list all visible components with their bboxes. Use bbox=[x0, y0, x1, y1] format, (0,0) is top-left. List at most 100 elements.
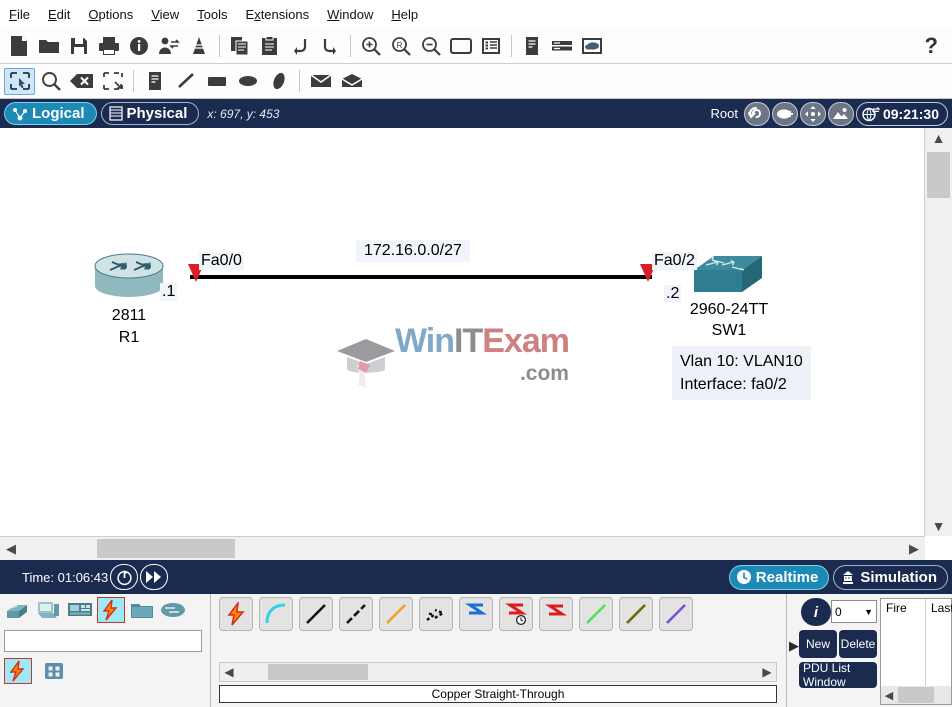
menu-item-view[interactable]: View bbox=[142, 4, 188, 25]
console-cable-icon[interactable] bbox=[259, 597, 293, 631]
horizontal-scroll-thumb[interactable] bbox=[97, 539, 235, 558]
palette-window-icon[interactable] bbox=[446, 31, 476, 61]
menu-item-edit[interactable]: Edit bbox=[39, 4, 79, 25]
zoom-in-icon[interactable] bbox=[356, 31, 386, 61]
set-tiled-background-icon[interactable] bbox=[827, 101, 854, 126]
simple-pdu-tool-icon[interactable] bbox=[305, 68, 336, 95]
inspect-tool-icon[interactable] bbox=[35, 68, 66, 95]
save-icon[interactable] bbox=[64, 31, 94, 61]
scroll-left-icon[interactable]: ◀ bbox=[0, 537, 22, 561]
custom-devices-icon[interactable] bbox=[476, 31, 506, 61]
usb-cable-icon[interactable] bbox=[659, 597, 693, 631]
connections-icon[interactable] bbox=[97, 597, 125, 623]
menu-item-file[interactable]: File bbox=[0, 4, 39, 25]
copper-link-line[interactable] bbox=[190, 275, 652, 279]
print-icon[interactable] bbox=[94, 31, 124, 61]
fast-forward-time-icon[interactable] bbox=[140, 564, 169, 590]
new-file-icon[interactable] bbox=[4, 31, 34, 61]
open-folder-icon[interactable] bbox=[34, 31, 64, 61]
device-list-icon[interactable] bbox=[517, 31, 547, 61]
topology-canvas[interactable]: WinITExam .com .1 2811 R1 Fa0/0 172.16.0… bbox=[0, 128, 925, 536]
resize-shape-tool-icon[interactable] bbox=[97, 68, 128, 95]
draw-ellipse-tool-icon[interactable] bbox=[232, 68, 263, 95]
components-icon[interactable] bbox=[66, 597, 94, 623]
menu-item-help[interactable]: Help bbox=[382, 4, 427, 25]
scenario-select[interactable]: 0 ▼ bbox=[831, 600, 877, 623]
multiuser-connection-icon[interactable] bbox=[159, 597, 187, 623]
device-switch-sw1[interactable] bbox=[690, 252, 766, 303]
zoom-out-icon[interactable] bbox=[416, 31, 446, 61]
pdu-list-window-button[interactable]: PDU List Window bbox=[799, 662, 877, 688]
move-object-icon[interactable] bbox=[799, 101, 826, 126]
collapse-pdu-panel-icon[interactable]: ▶ bbox=[789, 638, 799, 654]
delete-tool-icon[interactable] bbox=[66, 68, 97, 95]
network-devices-icon[interactable] bbox=[4, 597, 32, 623]
pdu-list-table[interactable]: Fire Last Status ◀ bbox=[880, 598, 952, 705]
device-router-r1[interactable] bbox=[92, 250, 166, 307]
select-tool-icon[interactable] bbox=[4, 67, 35, 95]
menu-item-options[interactable]: Options bbox=[79, 4, 142, 25]
scroll-right-icon[interactable]: ▶ bbox=[903, 537, 925, 561]
place-note-tool-icon[interactable] bbox=[139, 68, 170, 95]
copper-crossover-cable-icon[interactable] bbox=[339, 597, 373, 631]
rack-view-icon[interactable] bbox=[547, 31, 577, 61]
canvas-vertical-scrollbar[interactable]: ▲ ▼ bbox=[924, 128, 952, 536]
scroll-down-icon[interactable]: ▼ bbox=[925, 516, 952, 536]
power-cycle-devices-icon[interactable] bbox=[110, 564, 139, 590]
device-search-input[interactable] bbox=[4, 630, 202, 652]
viewport-icon[interactable]: 09:21:30 bbox=[855, 101, 948, 126]
tab-logical[interactable]: Logical bbox=[4, 102, 97, 125]
end-devices-icon[interactable] bbox=[35, 597, 63, 623]
mode-realtime[interactable]: Realtime bbox=[728, 564, 830, 590]
pdu-table-scroll-thumb[interactable] bbox=[898, 687, 934, 703]
zoom-reset-icon[interactable]: R bbox=[386, 31, 416, 61]
mode-simulation[interactable]: Simulation bbox=[833, 564, 948, 590]
new-scenario-button[interactable]: New bbox=[799, 630, 837, 658]
cable-scroll-left-icon[interactable]: ◀ bbox=[220, 663, 238, 681]
canvas-horizontal-scrollbar[interactable]: ◀ ▶ bbox=[0, 536, 925, 561]
new-cluster-icon[interactable] bbox=[771, 101, 798, 126]
paste-icon[interactable] bbox=[255, 31, 285, 61]
menu-item-tools[interactable]: Tools bbox=[188, 4, 236, 25]
connections-sub-icon[interactable] bbox=[4, 658, 32, 684]
fiber-cable-icon[interactable] bbox=[379, 597, 413, 631]
switch-vlan-note[interactable]: Vlan 10: VLAN10 Interface: fa0/2 bbox=[672, 346, 811, 400]
undo-icon[interactable] bbox=[285, 31, 315, 61]
iot-custom-cable-icon[interactable] bbox=[619, 597, 653, 631]
pdu-scroll-left-icon[interactable]: ◀ bbox=[881, 686, 897, 704]
redo-icon[interactable] bbox=[315, 31, 345, 61]
help-button[interactable]: ? bbox=[925, 33, 952, 59]
serial-dce-cable-icon[interactable] bbox=[499, 597, 533, 631]
phone-cable-icon[interactable] bbox=[419, 597, 453, 631]
cable-panel-scrollbar[interactable]: ◀ ▶ bbox=[219, 662, 777, 682]
copper-straight-cable-icon[interactable] bbox=[299, 597, 333, 631]
menu-item-window[interactable]: Window bbox=[318, 4, 382, 25]
multiuser-icon[interactable] bbox=[184, 31, 214, 61]
cable-scroll-thumb[interactable] bbox=[268, 664, 368, 680]
copy-icon[interactable] bbox=[225, 31, 255, 61]
automatic-cable-icon[interactable] bbox=[219, 597, 253, 631]
miscellaneous-icon[interactable] bbox=[128, 597, 156, 623]
complex-pdu-tool-icon[interactable] bbox=[336, 68, 367, 95]
draw-freeform-tool-icon[interactable] bbox=[263, 68, 294, 95]
serial-dte-cable-icon[interactable] bbox=[539, 597, 573, 631]
draw-line-tool-icon[interactable] bbox=[170, 68, 201, 95]
all-devices-sub-icon[interactable] bbox=[40, 658, 68, 684]
draw-rectangle-tool-icon[interactable] bbox=[201, 68, 232, 95]
pdu-table-scrollbar[interactable]: ◀ bbox=[881, 686, 951, 704]
logical-workspace[interactable]: WinITExam .com .1 2811 R1 Fa0/0 172.16.0… bbox=[0, 128, 952, 560]
delete-scenario-button[interactable]: Delete bbox=[839, 630, 877, 658]
scroll-up-icon[interactable]: ▲ bbox=[925, 128, 952, 148]
vertical-scroll-thumb[interactable] bbox=[927, 152, 950, 198]
navigate-back-icon[interactable] bbox=[743, 101, 770, 126]
cable-scroll-right-icon[interactable]: ▶ bbox=[758, 663, 776, 681]
network-info-icon[interactable] bbox=[124, 31, 154, 61]
tab-physical[interactable]: Physical bbox=[100, 102, 200, 125]
menu-item-extensions[interactable]: Extensions bbox=[237, 4, 319, 25]
tab-logical-label: Logical bbox=[32, 105, 85, 122]
scenario-info-button[interactable]: i bbox=[801, 598, 831, 626]
coaxial-cable-icon[interactable] bbox=[459, 597, 493, 631]
octal-cable-icon[interactable] bbox=[579, 597, 613, 631]
activity-wizard-icon[interactable] bbox=[154, 31, 184, 61]
cloud-view-icon[interactable] bbox=[577, 31, 607, 61]
